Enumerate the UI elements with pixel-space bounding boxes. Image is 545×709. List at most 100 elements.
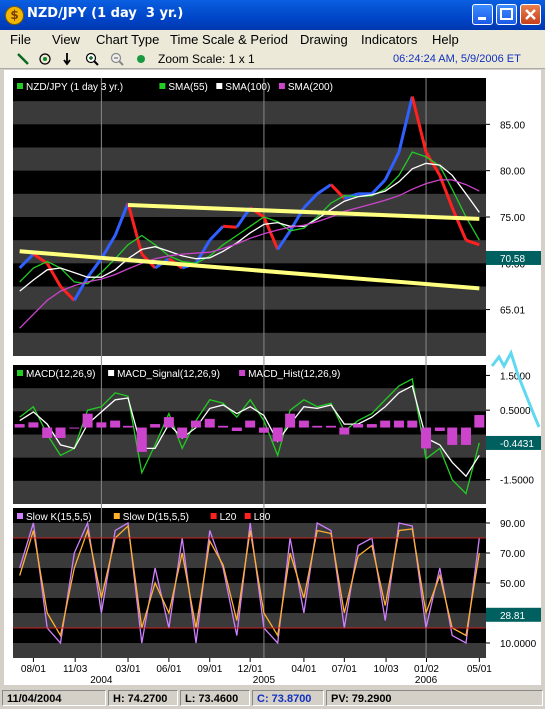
maximize-button[interactable] — [496, 4, 517, 25]
legend-swatch — [17, 513, 23, 519]
macd-hist-bar — [42, 427, 53, 438]
x-tick-label: 03/01 — [116, 664, 141, 675]
legend-label: MACD_Hist(12,26,9) — [248, 369, 340, 380]
chart-area[interactable]: 85.00 80.00 75.00 70.00 65.01 70.58 NZD/JPY (1… — [4, 70, 541, 686]
macd-hist-bar — [258, 427, 269, 433]
y-tick-label: 75.00 — [500, 213, 525, 224]
legend-label: L80 — [254, 512, 271, 523]
title-bar: $ NZD/JPY (1 day 3 yr.) — [0, 0, 545, 30]
grid-band — [13, 553, 486, 568]
legend-swatch — [17, 83, 23, 89]
y-tick-label: 1.5000 — [500, 371, 531, 382]
macd-hist-bar — [353, 424, 364, 428]
y-tick-label: -1.5000 — [500, 476, 534, 487]
menu-time-scale[interactable]: Time Scale & Period — [170, 32, 288, 47]
y-tick-label: 70.00 — [500, 549, 525, 560]
legend-swatch — [278, 83, 285, 89]
zoom-out-icon[interactable] — [110, 52, 124, 66]
window-title: NZD/JPY (1 day 3 yr.) — [27, 6, 184, 21]
y-tick-label: 50.00 — [500, 579, 525, 590]
macd-hist-bar — [55, 427, 66, 438]
macd-hist-bar — [380, 420, 391, 428]
status-pv: PV: 79.2900 — [326, 690, 543, 706]
menu-chart-type[interactable]: Chart Type — [96, 32, 159, 47]
y-tick-label: 90.00 — [500, 519, 525, 530]
menu-help[interactable]: Help — [432, 32, 459, 47]
macd-hist-bar — [461, 427, 472, 445]
grid-band — [13, 583, 486, 598]
current-value-label: 70.58 — [500, 254, 525, 265]
status-close: C: 73.8700 — [252, 690, 324, 706]
legend-swatch — [210, 513, 217, 519]
macd-hist-bar — [366, 424, 377, 428]
crosshair-icon[interactable] — [38, 52, 52, 66]
grid-band — [13, 286, 486, 310]
macd-hist-bar — [69, 427, 80, 429]
macd-hist-bar — [14, 424, 25, 428]
status-date: 11/04/2004 — [2, 690, 106, 706]
zoom-scale-label: Zoom Scale: 1 x 1 — [158, 52, 255, 66]
macd-hist-bar — [190, 420, 201, 428]
legend-label: MACD_Signal(12,26,9) — [117, 369, 220, 380]
legend-swatch — [113, 513, 120, 519]
y-tick-label: 85.00 — [500, 120, 525, 131]
macd-hist-bar — [245, 420, 256, 428]
macd-hist-bar — [150, 424, 161, 428]
legend-swatch — [244, 513, 251, 519]
macd-hist-bar — [163, 417, 174, 428]
legend-label: SMA(100) — [225, 82, 270, 93]
legend-label: NZD/JPY (1 day 3 yr.) — [26, 82, 123, 93]
macd-hist-bar — [136, 427, 147, 452]
macd-hist-bar — [231, 427, 242, 432]
current-value-label: 28.81 — [500, 611, 525, 622]
macd-hist-bar — [272, 427, 283, 442]
menu-bar: File View Chart Type Time Scale & Period… — [0, 30, 545, 50]
status-low: L: 73.4600 — [180, 690, 250, 706]
legend-label: L20 — [220, 512, 237, 523]
macd-hist-bar — [393, 420, 404, 428]
macd-hist-bar — [339, 427, 350, 435]
y-tick-label: 80.00 — [500, 167, 525, 178]
macd-hist-bar — [421, 427, 432, 449]
macd-hist-bar — [28, 422, 39, 428]
price-segment — [222, 224, 237, 229]
macd-hist-bar — [110, 420, 121, 428]
grid-band — [13, 643, 486, 658]
macd-hist-bar — [298, 420, 309, 428]
close-button[interactable] — [520, 4, 541, 25]
macd-hist-bar — [123, 425, 134, 428]
legend-swatch — [239, 370, 246, 376]
macd-hist-bar — [407, 420, 418, 428]
menu-drawing[interactable]: Drawing — [300, 32, 348, 47]
macd-hist-bar — [474, 415, 485, 428]
x-tick-label: 10/03 — [374, 664, 399, 675]
chart-canvas[interactable]: 85.00 80.00 75.00 70.00 65.01 70.58 NZD/JPY (1… — [4, 70, 541, 686]
x-year-label: 2005 — [253, 675, 276, 685]
macd-hist-bar — [434, 427, 445, 432]
minimize-button[interactable] — [472, 4, 493, 25]
menu-file[interactable]: File — [10, 32, 31, 47]
x-tick-label: 01/02 — [414, 664, 439, 675]
x-tick-label: 06/01 — [156, 664, 181, 675]
x-tick-label: 11/03 — [63, 664, 88, 675]
app-logo-icon: $ — [5, 6, 24, 25]
x-tick-label: 05/01 — [467, 664, 492, 675]
x-tick-label: 07/01 — [332, 664, 357, 675]
grid-band — [13, 193, 486, 217]
legend-swatch — [17, 370, 23, 376]
zoom-in-icon[interactable] — [85, 52, 99, 66]
grid-band — [13, 434, 486, 458]
line-tool-icon[interactable] — [16, 52, 30, 66]
macd-hist-bar — [96, 422, 107, 428]
macd-hist-bar — [447, 427, 458, 445]
down-arrow-icon[interactable] — [60, 52, 74, 66]
menu-view[interactable]: View — [52, 32, 80, 47]
menu-indicators[interactable]: Indicators — [361, 32, 417, 47]
dot-icon[interactable] — [134, 52, 148, 66]
y-tick-label: 65.01 — [500, 306, 525, 317]
current-value-label: -0.4431 — [500, 439, 534, 450]
legend-label: Slow D(15,5,5) — [123, 512, 189, 523]
x-tick-label: 04/01 — [291, 664, 316, 675]
grid-band — [13, 613, 486, 628]
status-bar: 11/04/2004 H: 74.2700 L: 73.4600 C: 73.8… — [0, 687, 545, 709]
